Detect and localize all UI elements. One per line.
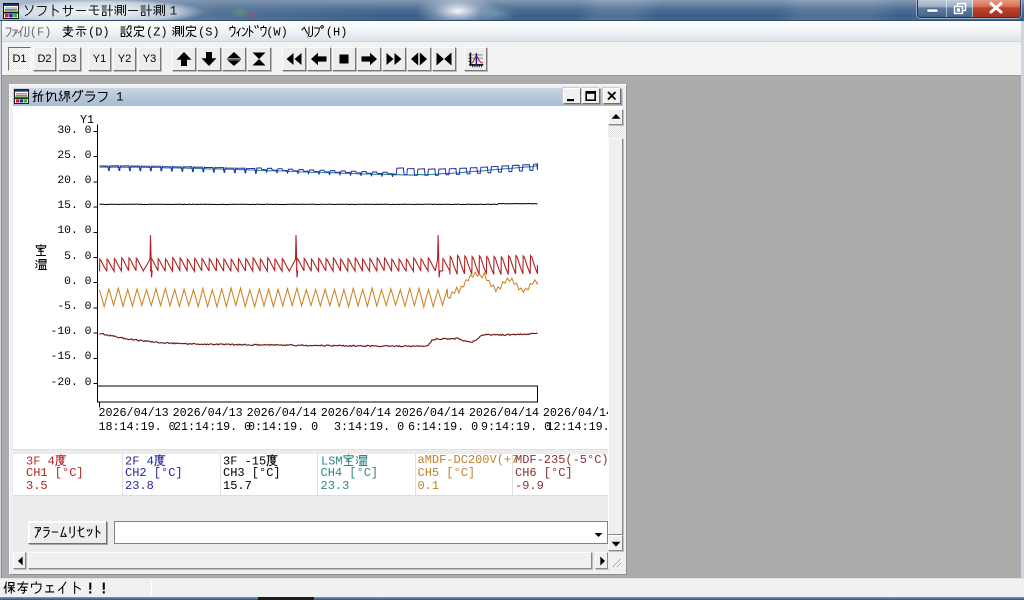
svg-text:(W): (W) [266, 25, 288, 39]
svg-text:1: 1 [116, 90, 124, 104]
svg-text:(F): (F) [30, 25, 50, 39]
svg-text:(Z): (Z) [146, 25, 166, 39]
svg-text:(H): (H) [325, 25, 346, 39]
svg-text:1: 1 [169, 4, 177, 18]
svg-text:(S): (S) [198, 25, 218, 39]
svg-text:(D): (D) [88, 25, 108, 39]
